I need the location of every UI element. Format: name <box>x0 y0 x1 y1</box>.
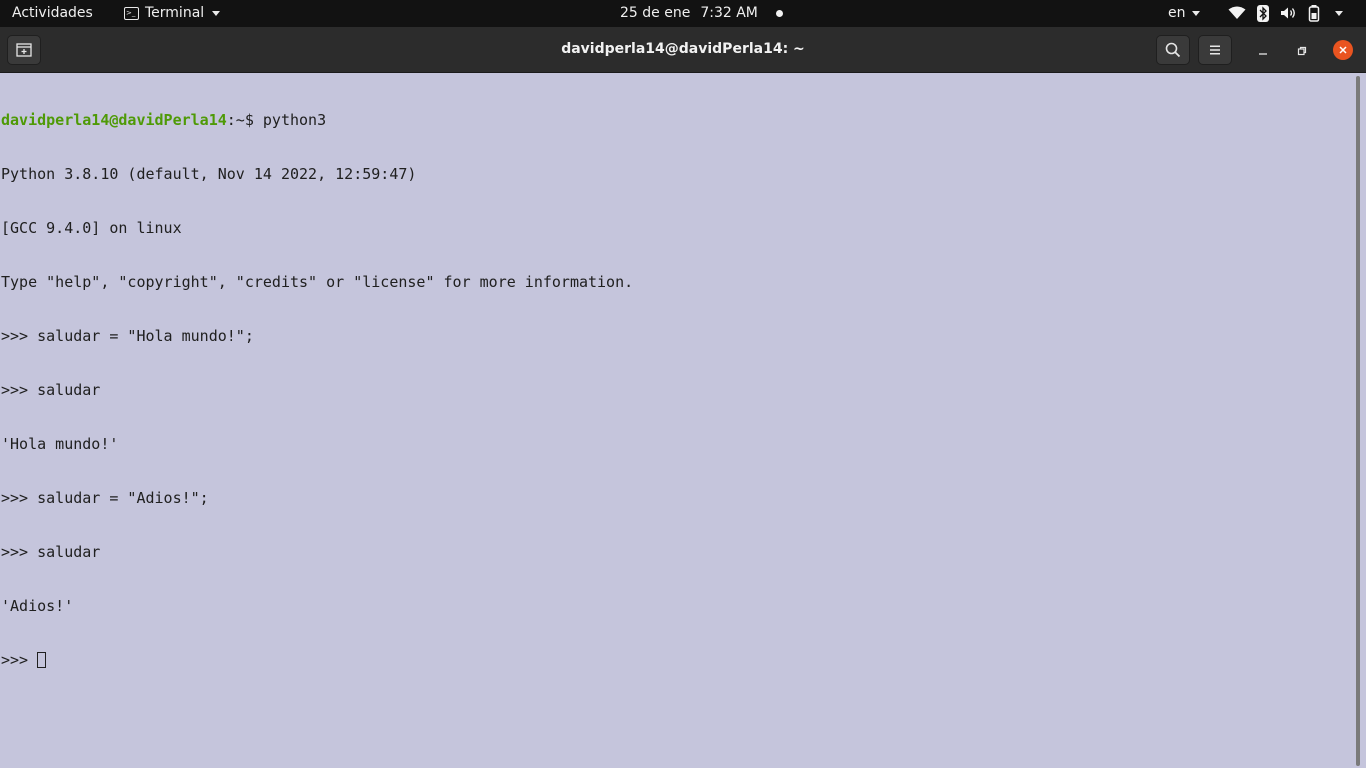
top-bar: Actividades >_ Terminal 25 de ene 7:32 A… <box>0 0 1366 27</box>
battery-icon <box>1308 4 1320 22</box>
terminal-view[interactable]: davidperla14@davidPerla14:~$ python3 Pyt… <box>0 73 1366 768</box>
terminal-line: 'Adios!' <box>1 597 74 615</box>
maximize-button[interactable] <box>1292 41 1312 61</box>
terminal-line: >>> saludar <box>1 381 101 399</box>
wifi-icon <box>1228 6 1246 19</box>
language-label: en <box>1168 5 1186 21</box>
terminal-output: davidperla14@davidPerla14:~$ python3 Pyt… <box>1 75 633 705</box>
notification-dot-icon <box>775 9 783 17</box>
hamburger-icon <box>1210 45 1220 55</box>
terminal-line: >>> saludar <box>1 543 101 561</box>
terminal-line: >>> saludar = "Adios!"; <box>1 489 209 507</box>
minimize-icon <box>1259 53 1267 55</box>
app-menu-label: Terminal <box>145 5 205 21</box>
hamburger-menu-button[interactable] <box>1198 35 1232 65</box>
chevron-down-icon <box>212 10 221 16</box>
shell-command: python3 <box>262 111 327 129</box>
terminal-line: >>> saludar = "Hola mundo!"; <box>1 327 254 345</box>
system-tray[interactable] <box>1228 4 1343 22</box>
terminal-line: 'Hola mundo!' <box>1 435 119 453</box>
scrollbar[interactable] <box>1356 76 1360 766</box>
terminal-line: Type "help", "copyright", "credits" or "… <box>1 273 634 291</box>
volume-icon <box>1281 7 1295 19</box>
chevron-down-icon <box>1191 10 1200 16</box>
terminal-app-icon: >_ <box>124 6 139 20</box>
bluetooth-icon <box>1257 4 1269 22</box>
text-cursor <box>37 652 47 668</box>
clock-date: 25 de ene <box>620 5 691 21</box>
current-prompt-line[interactable]: >>> <box>1 651 633 669</box>
activities-button[interactable]: Actividades <box>12 5 93 21</box>
search-button[interactable] <box>1156 35 1190 65</box>
header-bar[interactable]: davidperla14@davidPerla14: ~ <box>0 27 1366 73</box>
clock[interactable]: 25 de ene 7:32 AM <box>620 5 783 21</box>
prompt-user-host: davidperla14@davidPerla14 <box>1 111 227 129</box>
terminal-line: [GCC 9.4.0] on linux <box>1 219 182 237</box>
shell-prompt-line: davidperla14@davidPerla14:~$ python3 <box>1 111 633 129</box>
close-button[interactable] <box>1333 40 1353 60</box>
search-icon <box>1165 42 1181 58</box>
language-selector[interactable]: en <box>1168 5 1200 21</box>
clock-time: 7:32 AM <box>700 5 758 21</box>
terminal-window: davidperla14@davidPerla14: ~ davidperla1… <box>0 27 1366 768</box>
app-menu[interactable]: >_ Terminal <box>124 5 221 21</box>
python-prompt: >>> <box>1 651 38 669</box>
terminal-line: Python 3.8.10 (default, Nov 14 2022, 12:… <box>1 165 417 183</box>
prompt-path: :~$ <box>226 111 263 129</box>
minimize-button[interactable] <box>1253 41 1273 61</box>
system-menu-caret-icon <box>1335 10 1343 16</box>
close-icon <box>1339 46 1347 54</box>
restore-icon <box>1297 46 1307 56</box>
